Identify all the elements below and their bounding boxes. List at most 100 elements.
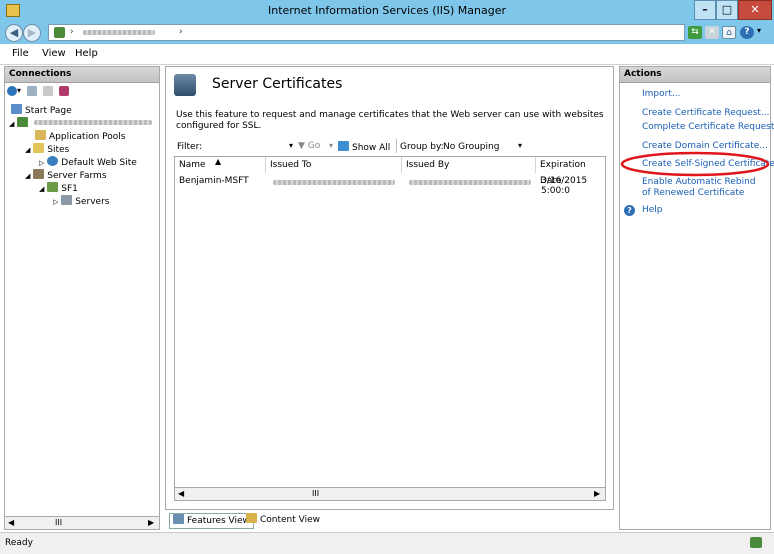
enable-automatic-rebind-link[interactable]: Enable Automatic Rebind of Renewed Certi… — [642, 177, 764, 199]
status-text: Ready — [5, 538, 33, 548]
connection-status-icon — [750, 537, 762, 548]
save-icon[interactable] — [27, 86, 37, 96]
status-bar: Ready — [0, 532, 774, 554]
features-view-icon — [173, 514, 184, 524]
home-icon[interactable]: ⌂ — [722, 26, 736, 39]
funnel-icon: ▼ — [298, 141, 305, 151]
group-by-dropdown-icon[interactable]: ▾ — [518, 141, 522, 150]
maximize-button[interactable]: □ — [716, 0, 738, 20]
expand-arrow-icon: ◢ — [25, 146, 31, 154]
tree-item-server[interactable]: ◢ — [9, 117, 153, 129]
tree-label-servers: Servers — [75, 197, 110, 207]
menu-help[interactable]: Help — [75, 48, 98, 59]
connections-toolbar: ▾ — [7, 85, 157, 99]
tree-item-sf1[interactable]: ◢ SF1 — [39, 182, 78, 194]
column-header-expiration[interactable]: Expiration Date — [536, 157, 605, 186]
address-separator: › — [70, 27, 74, 37]
forward-button[interactable]: ▶ — [23, 24, 41, 42]
stop-icon[interactable]: ✕ — [705, 26, 719, 39]
complete-certificate-request-link[interactable]: Complete Certificate Request... — [642, 122, 774, 133]
close-button[interactable]: ✕ — [738, 0, 772, 20]
app-pools-icon — [35, 130, 46, 140]
tab-content-view[interactable]: Content View — [243, 513, 323, 527]
collapse-arrow-icon: ▷ — [53, 198, 59, 206]
actions-panel: Actions — [619, 66, 771, 530]
refresh-icon[interactable]: ⇆ — [688, 26, 702, 39]
connections-horizontal-scrollbar[interactable]: ◀ III ▶ — [4, 516, 160, 530]
table-row[interactable]: Benjamin-MSFT 3/16/2015 5:00:0 — [175, 174, 605, 196]
scroll-right-icon[interactable]: ▶ — [594, 489, 600, 498]
help-dropdown-icon[interactable]: ▾ — [757, 26, 761, 35]
tab-features-view[interactable]: Features View — [169, 513, 254, 529]
server-icon — [17, 117, 29, 127]
tree-item-default-site[interactable]: ▷ Default Web Site — [39, 156, 137, 168]
page-title: Server Certificates — [212, 76, 343, 92]
grid-horizontal-scrollbar[interactable]: ◀ III ▶ — [174, 487, 606, 501]
go-label: Go — [307, 141, 321, 151]
server-name-redacted — [34, 120, 153, 125]
scroll-thumb-grip[interactable]: III — [55, 518, 62, 527]
help-icon: ? — [624, 205, 635, 216]
tree-item-servers[interactable]: ▷ Servers — [53, 195, 109, 207]
column-header-name[interactable]: Name ▲ — [175, 157, 266, 173]
tree-label-sf1: SF1 — [61, 184, 78, 194]
menu-file[interactable]: File — [12, 48, 29, 59]
go-button[interactable]: ▼ Go — [298, 141, 320, 151]
connect-dropdown-icon[interactable]: ▾ — [17, 86, 21, 95]
sort-ascending-icon: ▲ — [215, 157, 222, 166]
connections-header: Connections — [5, 67, 159, 83]
show-all-button[interactable]: Show All — [338, 141, 390, 153]
scroll-thumb-grip[interactable]: III — [312, 489, 319, 498]
tree-item-start-page[interactable]: Start Page — [11, 104, 72, 116]
tree-label-start-page: Start Page — [25, 106, 72, 116]
server-farm-icon — [33, 169, 45, 179]
tree-label-server-farms: Server Farms — [47, 171, 107, 181]
back-button[interactable]: ◀ — [5, 24, 23, 42]
go-dropdown-icon[interactable]: ▾ — [329, 141, 333, 150]
tree-label-sites: Sites — [47, 145, 70, 155]
tree-item-server-farms[interactable]: ◢ Server Farms — [25, 169, 107, 181]
create-certificate-request-link[interactable]: Create Certificate Request... — [642, 108, 770, 119]
collapse-arrow-icon: ▷ — [39, 159, 45, 167]
column-header-issued-to[interactable]: Issued To — [266, 157, 402, 173]
page-description: Use this feature to request and manage c… — [176, 110, 604, 131]
cell-name: Benjamin-MSFT — [179, 176, 249, 186]
up-icon[interactable] — [43, 86, 53, 96]
forward-arrow-icon: ▶ — [27, 26, 37, 39]
column-name-label: Name — [179, 160, 206, 170]
start-page-icon — [11, 104, 22, 114]
globe-icon — [47, 156, 59, 166]
expand-arrow-icon: ◢ — [9, 120, 15, 128]
servers-icon — [61, 195, 73, 205]
column-header-issued-by[interactable]: Issued By — [402, 157, 536, 173]
minimize-button[interactable]: – — [694, 0, 716, 20]
filter-divider — [396, 139, 397, 153]
tree-label-app-pools: Application Pools — [49, 132, 126, 142]
scroll-right-icon[interactable]: ▶ — [148, 518, 154, 527]
menu-view[interactable]: View — [42, 48, 66, 59]
show-all-icon — [338, 141, 349, 151]
menu-bar — [0, 44, 774, 65]
group-by-select[interactable]: No Grouping — [443, 142, 499, 152]
import-link[interactable]: Import... — [642, 89, 680, 100]
group-by-label: Group by: — [400, 142, 444, 152]
expand-arrow-icon: ◢ — [39, 185, 45, 193]
address-field[interactable]: › › — [48, 24, 685, 41]
disconnect-icon[interactable] — [59, 86, 69, 96]
back-arrow-icon: ◀ — [9, 26, 19, 39]
connect-globe-icon[interactable] — [7, 86, 17, 96]
help-icon[interactable]: ? — [740, 26, 754, 39]
help-link[interactable]: Help — [642, 205, 663, 216]
highlight-ellipse — [620, 151, 770, 177]
tab-content-label: Content View — [260, 515, 321, 525]
scroll-left-icon[interactable]: ◀ — [178, 489, 184, 498]
cell-issued-by-redacted — [409, 180, 531, 185]
tree-item-app-pools[interactable]: Application Pools — [35, 130, 125, 142]
cell-issued-to-redacted — [273, 180, 395, 185]
filter-dropdown-icon[interactable]: ▾ — [289, 141, 293, 150]
tree-item-sites[interactable]: ◢ Sites — [25, 143, 69, 155]
scroll-left-icon[interactable]: ◀ — [8, 518, 14, 527]
show-all-label: Show All — [352, 143, 391, 153]
filter-input[interactable] — [213, 140, 283, 153]
server-icon — [54, 27, 65, 38]
